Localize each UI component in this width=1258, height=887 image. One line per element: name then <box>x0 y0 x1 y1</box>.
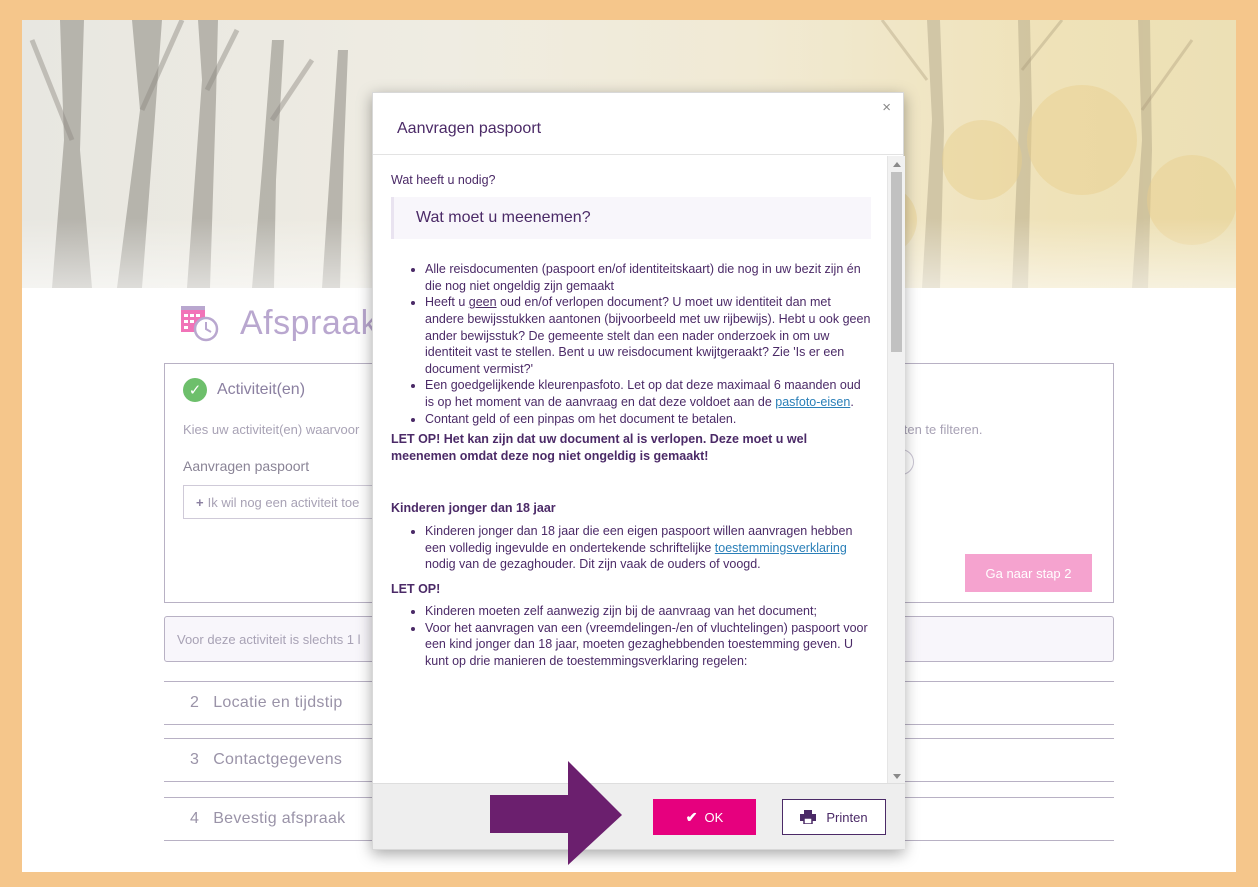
warning-text-2: LET OP! <box>391 581 441 596</box>
step1-description: Kies uw activiteit(en) waarvoor <box>183 422 360 437</box>
checkmark-icon: ✔ <box>685 808 698 825</box>
callout-heading: Wat moet u meenemen? <box>391 196 871 240</box>
children-subheading: Kinderen jonger dan 18 jaar <box>391 501 556 516</box>
modal-body[interactable]: Wat heeft u nodig? Wat moet u meenemen? … <box>373 156 905 785</box>
list-item: Kinderen jonger dan 18 jaar die een eige… <box>425 523 871 573</box>
close-icon[interactable]: × <box>882 99 891 116</box>
modal-content: Wat heeft u nodig? Wat moet u meenemen? … <box>373 156 887 785</box>
print-button[interactable]: Printen <box>782 799 886 835</box>
list-item: Een goedgelijkende kleurenpasfoto. Let o… <box>425 377 871 410</box>
step-label: Bevestig afspraak <box>213 810 346 827</box>
list-item: Contant geld of een pinpas om het docume… <box>425 411 871 428</box>
plus-icon: + <box>196 495 204 510</box>
check-icon: ✓ <box>183 378 207 402</box>
modal-footer: ✔ OK Printen <box>373 783 905 849</box>
calendar-clock-icon <box>180 305 222 343</box>
step1-header[interactable]: ✓ Activiteit(en) <box>183 378 305 402</box>
page-title: Afspraak <box>240 304 379 342</box>
step1-title: Activiteit(en) <box>217 381 306 398</box>
modal-title: Aanvragen paspoort <box>397 120 542 137</box>
step-label: Contactgegevens <box>213 751 343 768</box>
step-number: 4 <box>190 810 200 827</box>
next-step-button[interactable]: Ga naar stap 2 <box>965 554 1092 592</box>
intro-text: Wat heeft u nodig? <box>391 173 496 187</box>
list-item: Alle reisdocumenten (paspoort en/of iden… <box>425 261 871 294</box>
printer-icon <box>800 810 817 825</box>
modal-header: Aanvragen paspoort × <box>373 93 903 155</box>
toestemming-link[interactable]: toestemmingsverklaring <box>715 541 847 555</box>
children-notes-list: Kinderen moeten zelf aanwezig zijn bij d… <box>425 603 871 669</box>
list-item: Kinderen moeten zelf aanwezig zijn bij d… <box>425 603 871 620</box>
add-activity-label: Ik wil nog een activiteit toe <box>207 495 360 510</box>
step-label: Locatie en tijdstip <box>213 694 343 711</box>
ok-label: OK <box>704 809 724 825</box>
requirements-list: Alle reisdocumenten (paspoort en/of iden… <box>425 261 871 427</box>
annotation-arrow-icon <box>490 761 622 865</box>
selected-activity: Aanvragen paspoort <box>183 458 310 474</box>
page-frame: Afspraak ✓ Activiteit(en) Kies uw activi… <box>22 20 1236 872</box>
print-label: Printen <box>826 809 868 825</box>
ok-button[interactable]: ✔ OK <box>653 799 756 835</box>
warning-text: LET OP! Het kan zijn dat uw document al … <box>391 432 808 463</box>
add-activity-input[interactable]: + Ik wil nog een activiteit toe <box>183 485 383 519</box>
modal-dialog: Aanvragen paspoort × Wat heeft u nodig? … <box>372 92 905 850</box>
scroll-up-icon[interactable] <box>893 162 901 167</box>
list-item: Heeft u geen oud en/of verlopen document… <box>425 294 871 377</box>
step-number: 3 <box>190 751 200 768</box>
step-number: 2 <box>190 694 200 711</box>
page-heading: Afspraak <box>180 304 378 343</box>
children-list: Kinderen jonger dan 18 jaar die een eige… <box>425 523 871 573</box>
list-item: Voor het aanvragen van een (vreemdelinge… <box>425 620 871 670</box>
modal-scrollbar[interactable] <box>887 156 905 785</box>
pasfoto-link[interactable]: pasfoto-eisen <box>775 395 850 409</box>
scroll-down-icon[interactable] <box>893 774 901 779</box>
scroll-thumb[interactable] <box>891 172 902 352</box>
